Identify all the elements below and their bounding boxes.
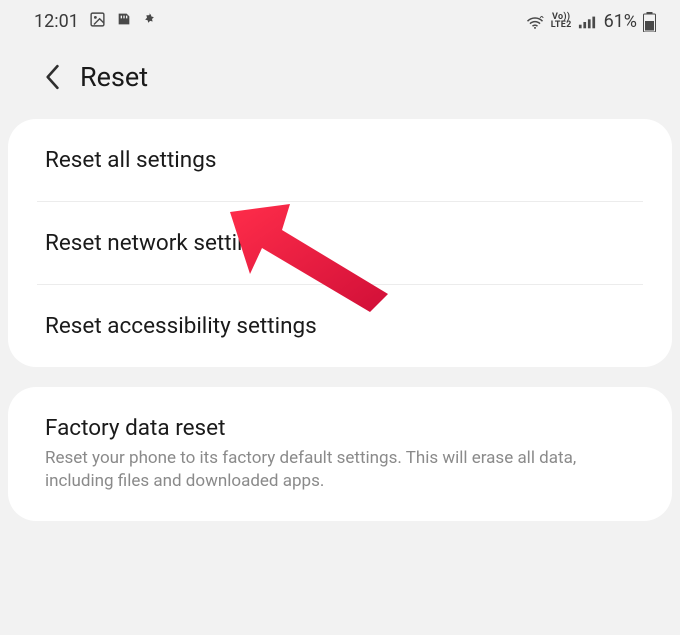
battery-percent: 61%: [604, 11, 637, 32]
row-factory-data-reset[interactable]: Factory data reset Reset your phone to i…: [9, 387, 671, 521]
status-left: 12:01: [34, 10, 157, 33]
row-title: Reset all settings: [45, 147, 637, 173]
status-time: 12:01: [34, 11, 79, 32]
row-reset-all-settings[interactable]: Reset all settings: [9, 119, 671, 201]
settings-group-2: Factory data reset Reset your phone to i…: [8, 387, 672, 521]
row-title: Reset network settings: [45, 230, 637, 256]
image-icon: [89, 11, 106, 33]
row-title: Reset accessibility settings: [45, 313, 637, 339]
wifi-icon: [525, 14, 545, 30]
battery-icon: [643, 12, 656, 32]
page-title: Reset: [80, 61, 148, 93]
signal-icon: [578, 14, 596, 30]
lte-indicator: Vo)) LTE2: [551, 14, 572, 29]
row-reset-network-settings[interactable]: Reset network settings: [9, 202, 671, 284]
star-sync-icon: [142, 10, 157, 33]
lte-bottom: LTE2: [551, 22, 572, 30]
status-bar: 12:01 Vo)) LTE2 61%: [0, 0, 680, 39]
title-bar: Reset: [0, 39, 680, 119]
settings-group-1: Reset all settings Reset network setting…: [8, 119, 672, 367]
row-reset-accessibility-settings[interactable]: Reset accessibility settings: [9, 285, 671, 367]
sd-card-icon: [116, 10, 132, 33]
row-subtitle: Reset your phone to its factory default …: [45, 447, 637, 493]
status-right: Vo)) LTE2 61%: [525, 11, 656, 32]
back-button[interactable]: [44, 64, 60, 90]
row-title: Factory data reset: [45, 415, 637, 441]
